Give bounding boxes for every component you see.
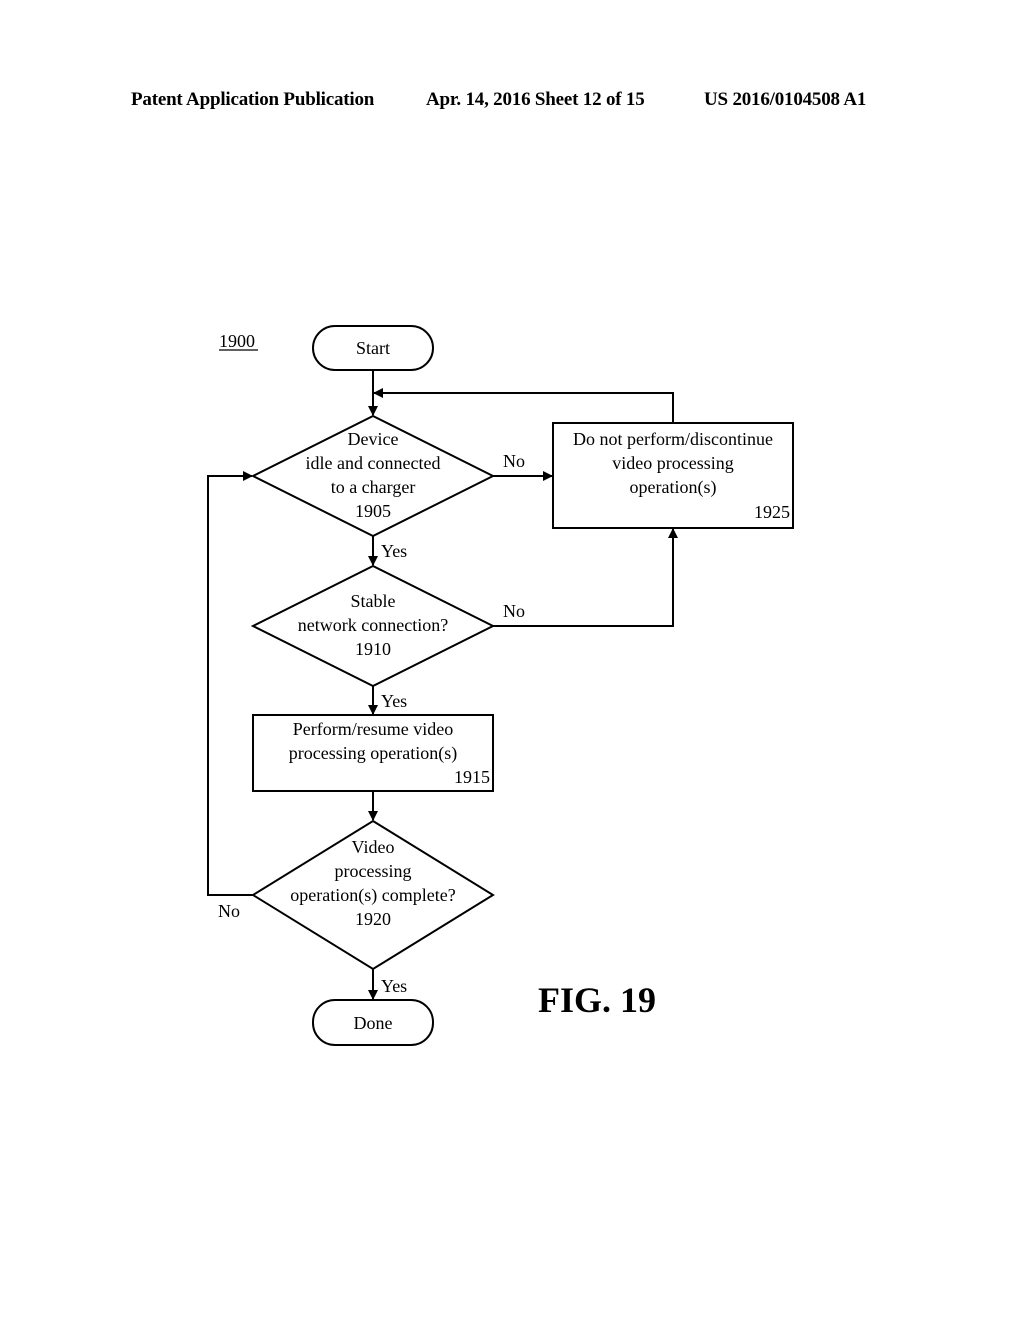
- edge-1920-no-label: No: [218, 901, 240, 921]
- done-label: Done: [354, 1013, 393, 1033]
- figure-reference-number: 1900: [219, 331, 255, 351]
- process-1915-line-2: processing operation(s): [289, 743, 457, 764]
- process-1925-line-2: video processing: [612, 453, 733, 473]
- process-1915: Perform/resume video processing operatio…: [252, 714, 494, 792]
- decision-1910-line-1: Stable: [351, 591, 396, 611]
- decision-1910-line-2: network connection?: [298, 615, 448, 635]
- decision-1910-ref: 1910: [355, 639, 391, 659]
- edge-1920-yes-label: Yes: [381, 976, 407, 996]
- edge-1910-no-label: No: [503, 601, 525, 621]
- process-1915-line-1: Perform/resume video: [293, 719, 453, 739]
- decision-1920-ref: 1920: [355, 909, 391, 929]
- process-1925: Do not perform/discontinue video process…: [552, 422, 794, 529]
- edge-1905-no-label: No: [503, 451, 525, 471]
- process-1925-line-1: Do not perform/discontinue: [573, 429, 773, 449]
- decision-1920-line-3: operation(s) complete?: [290, 885, 455, 906]
- edge-1910-yes-label: Yes: [381, 691, 407, 711]
- flowchart: 1900 Start Device idle and connected to …: [207, 325, 794, 1046]
- edge-1905-yes-label: Yes: [381, 541, 407, 561]
- decision-1905-line-3: to a charger: [331, 477, 416, 497]
- decision-1920: Video processing operation(s) complete? …: [251, 819, 495, 971]
- decision-1920-line-2: processing: [335, 861, 412, 881]
- edge-1920-no-to-1905: [207, 471, 253, 896]
- decision-1920-line-1: Video: [352, 837, 395, 857]
- start-terminator: Start: [312, 325, 434, 371]
- start-label: Start: [356, 338, 390, 358]
- edge-1925-loop-to-1905: [373, 388, 674, 423]
- process-1915-ref: 1915: [454, 767, 490, 787]
- decision-1905: Device idle and connected to a charger 1…: [250, 414, 496, 538]
- process-1925-ref: 1925: [754, 502, 790, 522]
- process-1925-line-3: operation(s): [630, 477, 717, 498]
- decision-1905-line-1: Device: [348, 429, 399, 449]
- done-terminator: Done: [312, 999, 434, 1046]
- decision-1905-line-2: idle and connected: [306, 453, 441, 473]
- decision-1910: Stable network connection? 1910: [250, 564, 496, 688]
- figure-label: FIG. 19: [538, 980, 656, 1020]
- decision-1905-ref: 1905: [355, 501, 391, 521]
